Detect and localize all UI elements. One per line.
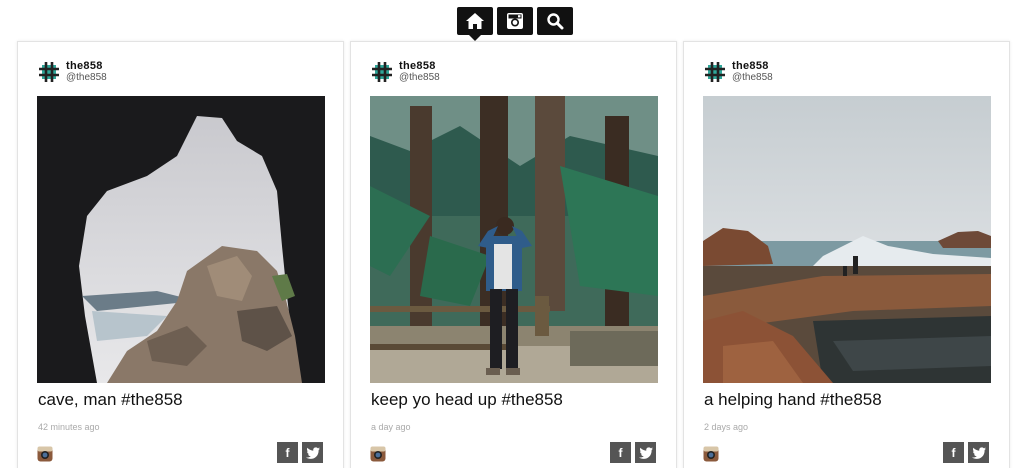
facebook-share-button[interactable]: f xyxy=(610,442,631,463)
user-handle[interactable]: @the858 xyxy=(66,72,107,84)
post-footer: f xyxy=(37,442,323,464)
user-handle[interactable]: @the858 xyxy=(399,72,440,84)
post-footer: f xyxy=(370,442,656,464)
post-card: the858 @the858 cave, man #the858 42 minu… xyxy=(17,41,344,468)
post-card: the858 @the858 xyxy=(683,41,1010,468)
post-header: the858 @the858 xyxy=(38,60,107,84)
post-caption: keep yo head up #the858 xyxy=(371,390,563,409)
share-buttons: f xyxy=(277,442,323,463)
twitter-share-button[interactable] xyxy=(302,442,323,463)
facebook-icon: f xyxy=(285,445,290,460)
user-handle[interactable]: @the858 xyxy=(732,72,773,84)
post-photo[interactable] xyxy=(370,96,658,383)
twitter-icon xyxy=(638,446,653,459)
top-navigation xyxy=(457,7,573,41)
share-buttons: f xyxy=(610,442,656,463)
instagram-button[interactable] xyxy=(497,7,533,35)
facebook-share-button[interactable]: f xyxy=(277,442,298,463)
search-icon xyxy=(547,13,564,30)
post-header: the858 @the858 xyxy=(371,60,440,84)
post-timestamp[interactable]: 2 days ago xyxy=(704,422,748,432)
hashtag-icon[interactable] xyxy=(704,61,726,83)
post-photo[interactable] xyxy=(37,96,325,383)
share-buttons: f xyxy=(943,442,989,463)
twitter-share-button[interactable] xyxy=(635,442,656,463)
instagram-icon[interactable] xyxy=(703,446,719,462)
post-timestamp[interactable]: 42 minutes ago xyxy=(38,422,100,432)
search-button[interactable] xyxy=(537,7,573,35)
instagram-icon[interactable] xyxy=(37,446,53,462)
facebook-icon: f xyxy=(618,445,623,460)
twitter-icon xyxy=(305,446,320,459)
post-caption: a helping hand #the858 xyxy=(704,390,882,409)
post-feed: the858 @the858 cave, man #the858 42 minu… xyxy=(17,41,1010,468)
user-name[interactable]: the858 xyxy=(732,60,773,72)
post-photo[interactable] xyxy=(703,96,991,383)
hashtag-icon[interactable] xyxy=(38,61,60,83)
twitter-icon xyxy=(971,446,986,459)
hashtag-icon[interactable] xyxy=(371,61,393,83)
post-footer: f xyxy=(703,442,989,464)
post-header: the858 @the858 xyxy=(704,60,773,84)
post-card: the858 @the858 xyxy=(350,41,677,468)
post-caption: cave, man #the858 xyxy=(38,390,183,409)
post-timestamp[interactable]: a day ago xyxy=(371,422,411,432)
user-name[interactable]: the858 xyxy=(66,60,107,72)
facebook-icon: f xyxy=(951,445,956,460)
twitter-share-button[interactable] xyxy=(968,442,989,463)
instagram-icon[interactable] xyxy=(370,446,386,462)
home-button[interactable] xyxy=(457,7,493,41)
user-name[interactable]: the858 xyxy=(399,60,440,72)
home-icon xyxy=(466,13,484,29)
instagram-icon xyxy=(507,13,523,29)
facebook-share-button[interactable]: f xyxy=(943,442,964,463)
